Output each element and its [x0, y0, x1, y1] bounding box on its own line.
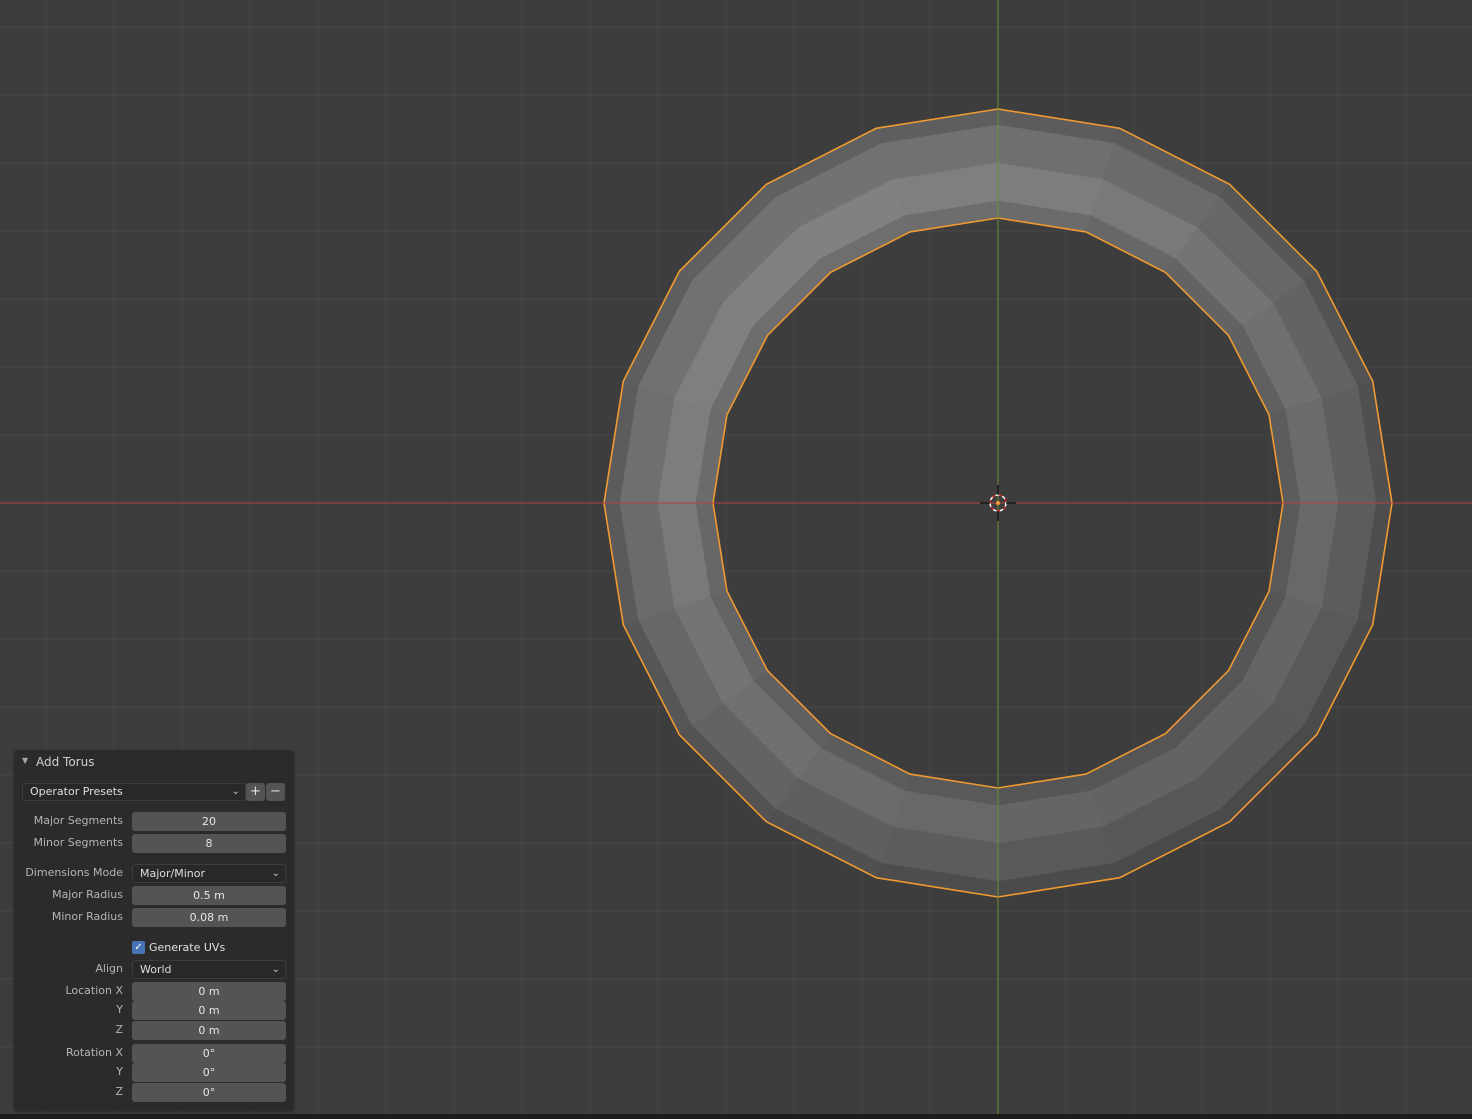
chevron-down-icon: ⌄ [271, 868, 280, 879]
major-radius-row: Major Radius 0.5 m [14, 886, 294, 905]
location-z-label: Z [115, 1023, 123, 1036]
generate-uvs-row: ✓ Generate UVs [14, 940, 294, 959]
panel-title: Add Torus [36, 755, 95, 769]
operator-presets-label: Operator Presets [30, 785, 123, 798]
location-x-field[interactable]: 0 m [132, 982, 286, 1001]
minor-radius-label: Minor Radius [51, 910, 123, 923]
rotation-z-row: Z 0° [14, 1083, 294, 1102]
align-row: Align World ⌄ [14, 960, 294, 979]
dimensions-mode-dropdown[interactable]: Major/Minor ⌄ [132, 864, 286, 883]
major-radius-field[interactable]: 0.5 m [132, 886, 286, 905]
location-y-field[interactable]: 0 m [132, 1001, 286, 1020]
rotation-z-field[interactable]: 0° [132, 1083, 286, 1102]
rotation-x-label: Rotation X [65, 1046, 123, 1059]
operator-presets-dropdown[interactable]: Operator Presets ⌄ [22, 783, 246, 801]
dimensions-mode-row: Dimensions Mode Major/Minor ⌄ [14, 864, 294, 883]
major-segments-label: Major Segments [33, 814, 123, 827]
remove-preset-button[interactable]: − [266, 783, 285, 801]
dimensions-mode-value: Major/Minor [140, 867, 206, 880]
rotation-y-label: Y [116, 1065, 123, 1078]
align-label: Align [95, 962, 123, 975]
location-z-row: Z 0 m [14, 1021, 294, 1040]
operator-redo-panel[interactable]: ▼ Add Torus Operator Presets ⌄ + − Major… [14, 750, 294, 1111]
rotation-x-field[interactable]: 0° [132, 1044, 286, 1063]
generate-uvs-checkbox[interactable]: ✓ [132, 941, 145, 954]
minor-segments-row: Minor Segments 8 [14, 834, 294, 853]
align-dropdown[interactable]: World ⌄ [132, 960, 286, 979]
minor-segments-label: Minor Segments [33, 836, 124, 849]
dimensions-mode-label: Dimensions Mode [25, 866, 123, 879]
panel-header[interactable]: ▼ Add Torus [14, 750, 294, 774]
align-value: World [140, 963, 172, 976]
rotation-z-label: Z [115, 1085, 123, 1098]
add-preset-button[interactable]: + [246, 783, 265, 801]
viewport-bottom-border [0, 1114, 1472, 1119]
minor-radius-row: Minor Radius 0.08 m [14, 908, 294, 927]
generate-uvs-label[interactable]: Generate UVs [149, 941, 225, 954]
collapse-arrow-icon[interactable]: ▼ [22, 756, 28, 765]
3d-cursor-icon[interactable] [980, 485, 1016, 521]
location-x-row: Location X 0 m [14, 982, 294, 1001]
location-x-label: Location X [65, 984, 123, 997]
minor-radius-field[interactable]: 0.08 m [132, 908, 286, 927]
major-radius-label: Major Radius [52, 888, 123, 901]
major-segments-row: Major Segments 20 [14, 812, 294, 831]
chevron-down-icon: ⌄ [271, 964, 280, 975]
rotation-y-row: Y 0° [14, 1063, 294, 1082]
location-z-field[interactable]: 0 m [132, 1021, 286, 1040]
rotation-y-field[interactable]: 0° [132, 1063, 286, 1082]
minor-segments-field[interactable]: 8 [132, 834, 286, 853]
location-y-row: Y 0 m [14, 1001, 294, 1020]
major-segments-field[interactable]: 20 [132, 812, 286, 831]
chevron-down-icon: ⌄ [231, 786, 240, 797]
location-y-label: Y [116, 1003, 123, 1016]
rotation-x-row: Rotation X 0° [14, 1044, 294, 1063]
